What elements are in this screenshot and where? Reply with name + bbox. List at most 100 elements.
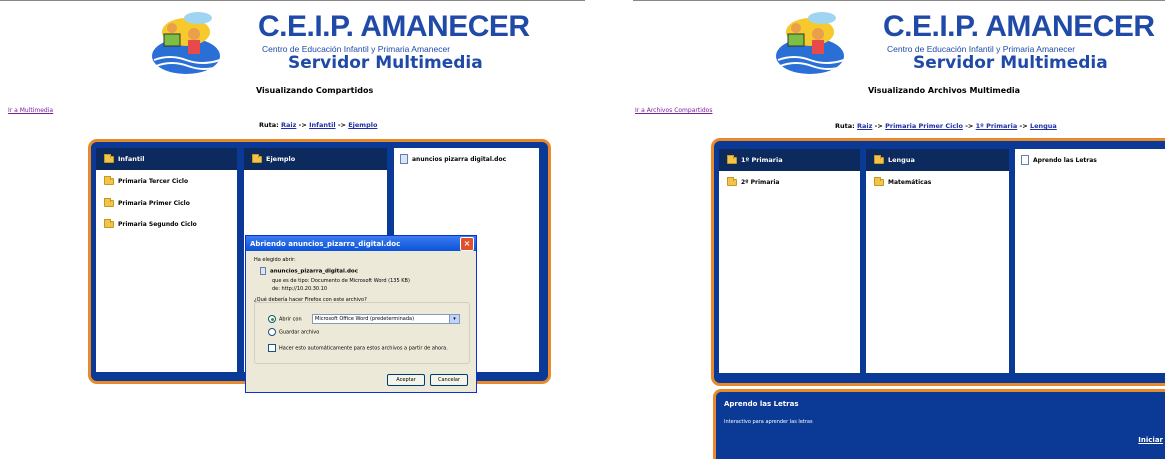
auto-checkbox[interactable]: Hacer esto automáticamente para estos ar… bbox=[268, 344, 448, 352]
dialog-from-label: de: bbox=[272, 286, 280, 292]
auto-checkbox-label: Hacer esto automáticamente para estos ar… bbox=[279, 345, 448, 352]
go-multimedia-link[interactable]: Ir a Multimedia bbox=[8, 107, 53, 114]
school-logo-icon bbox=[152, 12, 221, 74]
brand-title: C.E.I.P. AMANECER bbox=[258, 10, 530, 43]
breadcrumb-label: Ruta: bbox=[835, 122, 855, 130]
page-heading: Visualizando Archivos Multimedia bbox=[868, 86, 1021, 95]
breadcrumb-lengua[interactable]: Lengua bbox=[1030, 122, 1057, 130]
dialog-chosen-label: Ha elegido abrir: bbox=[254, 257, 296, 263]
breadcrumb-root[interactable]: Raiz bbox=[281, 121, 296, 129]
file-item-anuncios[interactable]: anuncios pizarra digital.doc bbox=[400, 153, 535, 165]
breadcrumb-1-primaria[interactable]: 1º Primaria bbox=[976, 122, 1018, 130]
browser-column-3: Aprendo las Letras bbox=[1015, 149, 1165, 373]
open-with-label: Abrir con bbox=[279, 316, 302, 323]
folder-item-label: Primaria Segundo Ciclo bbox=[118, 220, 197, 228]
folder-item-primaria-segundo-ciclo[interactable]: Primaria Segundo Ciclo bbox=[104, 218, 233, 230]
breadcrumb-label: Ruta: bbox=[259, 121, 279, 129]
folder-icon bbox=[727, 154, 737, 164]
dialog-title: Abriendo anuncios_pizarra_digital.doc bbox=[250, 239, 401, 248]
folder-icon bbox=[104, 197, 114, 207]
browser-column-1: 1º Primaria 2º Primaria bbox=[719, 149, 860, 373]
document-icon bbox=[1021, 155, 1029, 165]
right-screenshot-panel: C.E.I.P. AMANECER Centro de Educación In… bbox=[623, 0, 1165, 459]
dialog-from-value: http://10.20.30.10 bbox=[281, 286, 328, 292]
radio-icon bbox=[268, 328, 276, 336]
folder-item-label: Matemáticas bbox=[888, 178, 932, 186]
dialog-filename-text: anuncios_pizarra_digital.doc bbox=[270, 268, 358, 275]
breadcrumb: Ruta: Raiz -> Infantil -> Ejemplo bbox=[259, 121, 377, 129]
folder-icon bbox=[104, 218, 114, 228]
radio-selected-icon bbox=[268, 315, 276, 323]
save-file-radio[interactable]: Guardar archivo bbox=[268, 328, 319, 336]
column-header-lengua[interactable]: Lengua bbox=[866, 149, 1009, 171]
folder-item-label: Primaria Tercer Ciclo bbox=[118, 177, 189, 185]
folder-icon bbox=[874, 154, 884, 164]
page-heading: Visualizando Compartidos bbox=[256, 86, 374, 95]
top-divider bbox=[0, 0, 585, 1]
breadcrumb-separator: -> bbox=[1019, 122, 1028, 130]
dialog-titlebar[interactable]: Abriendo anuncios_pizarra_digital.doc bbox=[246, 236, 476, 251]
folder-item-primaria-tercer-ciclo[interactable]: Primaria Tercer Ciclo bbox=[104, 175, 233, 187]
open-file-dialog: Abriendo anuncios_pizarra_digital.doc × … bbox=[245, 235, 477, 393]
column-header-label: Infantil bbox=[118, 155, 145, 163]
save-file-label: Guardar archivo bbox=[279, 329, 320, 336]
open-with-radio[interactable]: Abrir con bbox=[268, 315, 302, 323]
column-header-ejemplo[interactable]: Ejemplo bbox=[244, 148, 387, 170]
word-document-icon bbox=[400, 154, 408, 164]
open-with-select[interactable]: Microsoft Office Word (predeterminada) ▾ bbox=[312, 314, 460, 324]
file-item-aprendo-las-letras[interactable]: Aprendo las Letras bbox=[1021, 154, 1163, 166]
school-logo-icon bbox=[776, 12, 845, 74]
top-divider bbox=[633, 0, 1165, 1]
open-with-value: Microsoft Office Word (predeterminada) bbox=[315, 316, 415, 322]
folder-icon bbox=[874, 176, 884, 186]
go-shared-files-link[interactable]: Ir a Archivos Compartidos bbox=[635, 107, 712, 114]
folder-icon bbox=[252, 153, 262, 163]
folder-icon bbox=[104, 153, 114, 163]
dialog-filename: anuncios_pizarra_digital.doc bbox=[260, 267, 358, 275]
chevron-down-icon: ▾ bbox=[449, 315, 459, 323]
breadcrumb-ejemplo[interactable]: Ejemplo bbox=[348, 121, 377, 129]
word-document-icon bbox=[260, 267, 266, 275]
file-item-label: anuncios pizarra digital.doc bbox=[412, 155, 507, 163]
breadcrumb-separator: -> bbox=[298, 121, 307, 129]
dialog-type-value: Documento de Microsoft Word (135 KB) bbox=[310, 278, 410, 284]
breadcrumb: Ruta: Raiz -> Primaria Primer Ciclo -> 1… bbox=[835, 122, 1057, 130]
close-icon[interactable]: × bbox=[460, 237, 474, 251]
info-description: Interactivo para aprender las letras bbox=[724, 419, 813, 425]
accept-button[interactable]: Aceptar bbox=[387, 374, 425, 386]
column-header-label: 1º Primaria bbox=[741, 156, 783, 164]
brand-service: Servidor Multimedia bbox=[913, 53, 1108, 73]
folder-item-matematicas[interactable]: Matemáticas bbox=[874, 176, 1005, 188]
breadcrumb-separator: -> bbox=[965, 122, 974, 130]
start-button[interactable]: Iniciar bbox=[1138, 436, 1163, 444]
dialog-type-line: que es de tipo: Documento de Microsoft W… bbox=[272, 278, 410, 284]
breadcrumb-separator: -> bbox=[874, 122, 883, 130]
checkbox-icon bbox=[268, 344, 276, 352]
folder-item-2-primaria[interactable]: 2º Primaria bbox=[727, 176, 856, 188]
brand-service: Servidor Multimedia bbox=[288, 53, 483, 73]
file-item-label: Aprendo las Letras bbox=[1033, 156, 1097, 164]
browser-column-2: Lengua Matemáticas bbox=[866, 149, 1009, 373]
breadcrumb-primaria-primer-ciclo[interactable]: Primaria Primer Ciclo bbox=[885, 122, 963, 130]
browser-column-1: Infantil Primaria Tercer Ciclo Primaria … bbox=[96, 148, 237, 372]
cancel-button[interactable]: Cancelar bbox=[430, 374, 468, 386]
breadcrumb-root[interactable]: Raiz bbox=[857, 122, 872, 130]
folder-icon bbox=[104, 175, 114, 185]
brand-title: C.E.I.P. AMANECER bbox=[883, 10, 1155, 43]
file-browser: 1º Primaria 2º Primaria Lengua Matemátic… bbox=[711, 138, 1165, 386]
breadcrumb-separator: -> bbox=[337, 121, 346, 129]
breadcrumb-infantil[interactable]: Infantil bbox=[309, 121, 335, 129]
folder-icon bbox=[727, 176, 737, 186]
column-header-1-primaria[interactable]: 1º Primaria bbox=[719, 149, 860, 171]
folder-item-primaria-primer-ciclo[interactable]: Primaria Primer Ciclo bbox=[104, 197, 233, 209]
left-screenshot-panel: C.E.I.P. AMANECER Centro de Educación In… bbox=[0, 0, 585, 459]
column-header-label: Lengua bbox=[888, 156, 915, 164]
folder-item-label: 2º Primaria bbox=[741, 178, 780, 186]
dialog-type-label: que es de tipo: bbox=[272, 278, 310, 284]
info-title: Aprendo las Letras bbox=[724, 400, 799, 408]
file-info-panel: Aprendo las Letras Interactivo para apre… bbox=[713, 389, 1165, 459]
column-header-label: Ejemplo bbox=[266, 155, 296, 163]
column-header-infantil[interactable]: Infantil bbox=[96, 148, 237, 170]
dialog-from-line: de: http://10.20.30.10 bbox=[272, 286, 327, 292]
folder-item-label: Primaria Primer Ciclo bbox=[118, 199, 190, 207]
